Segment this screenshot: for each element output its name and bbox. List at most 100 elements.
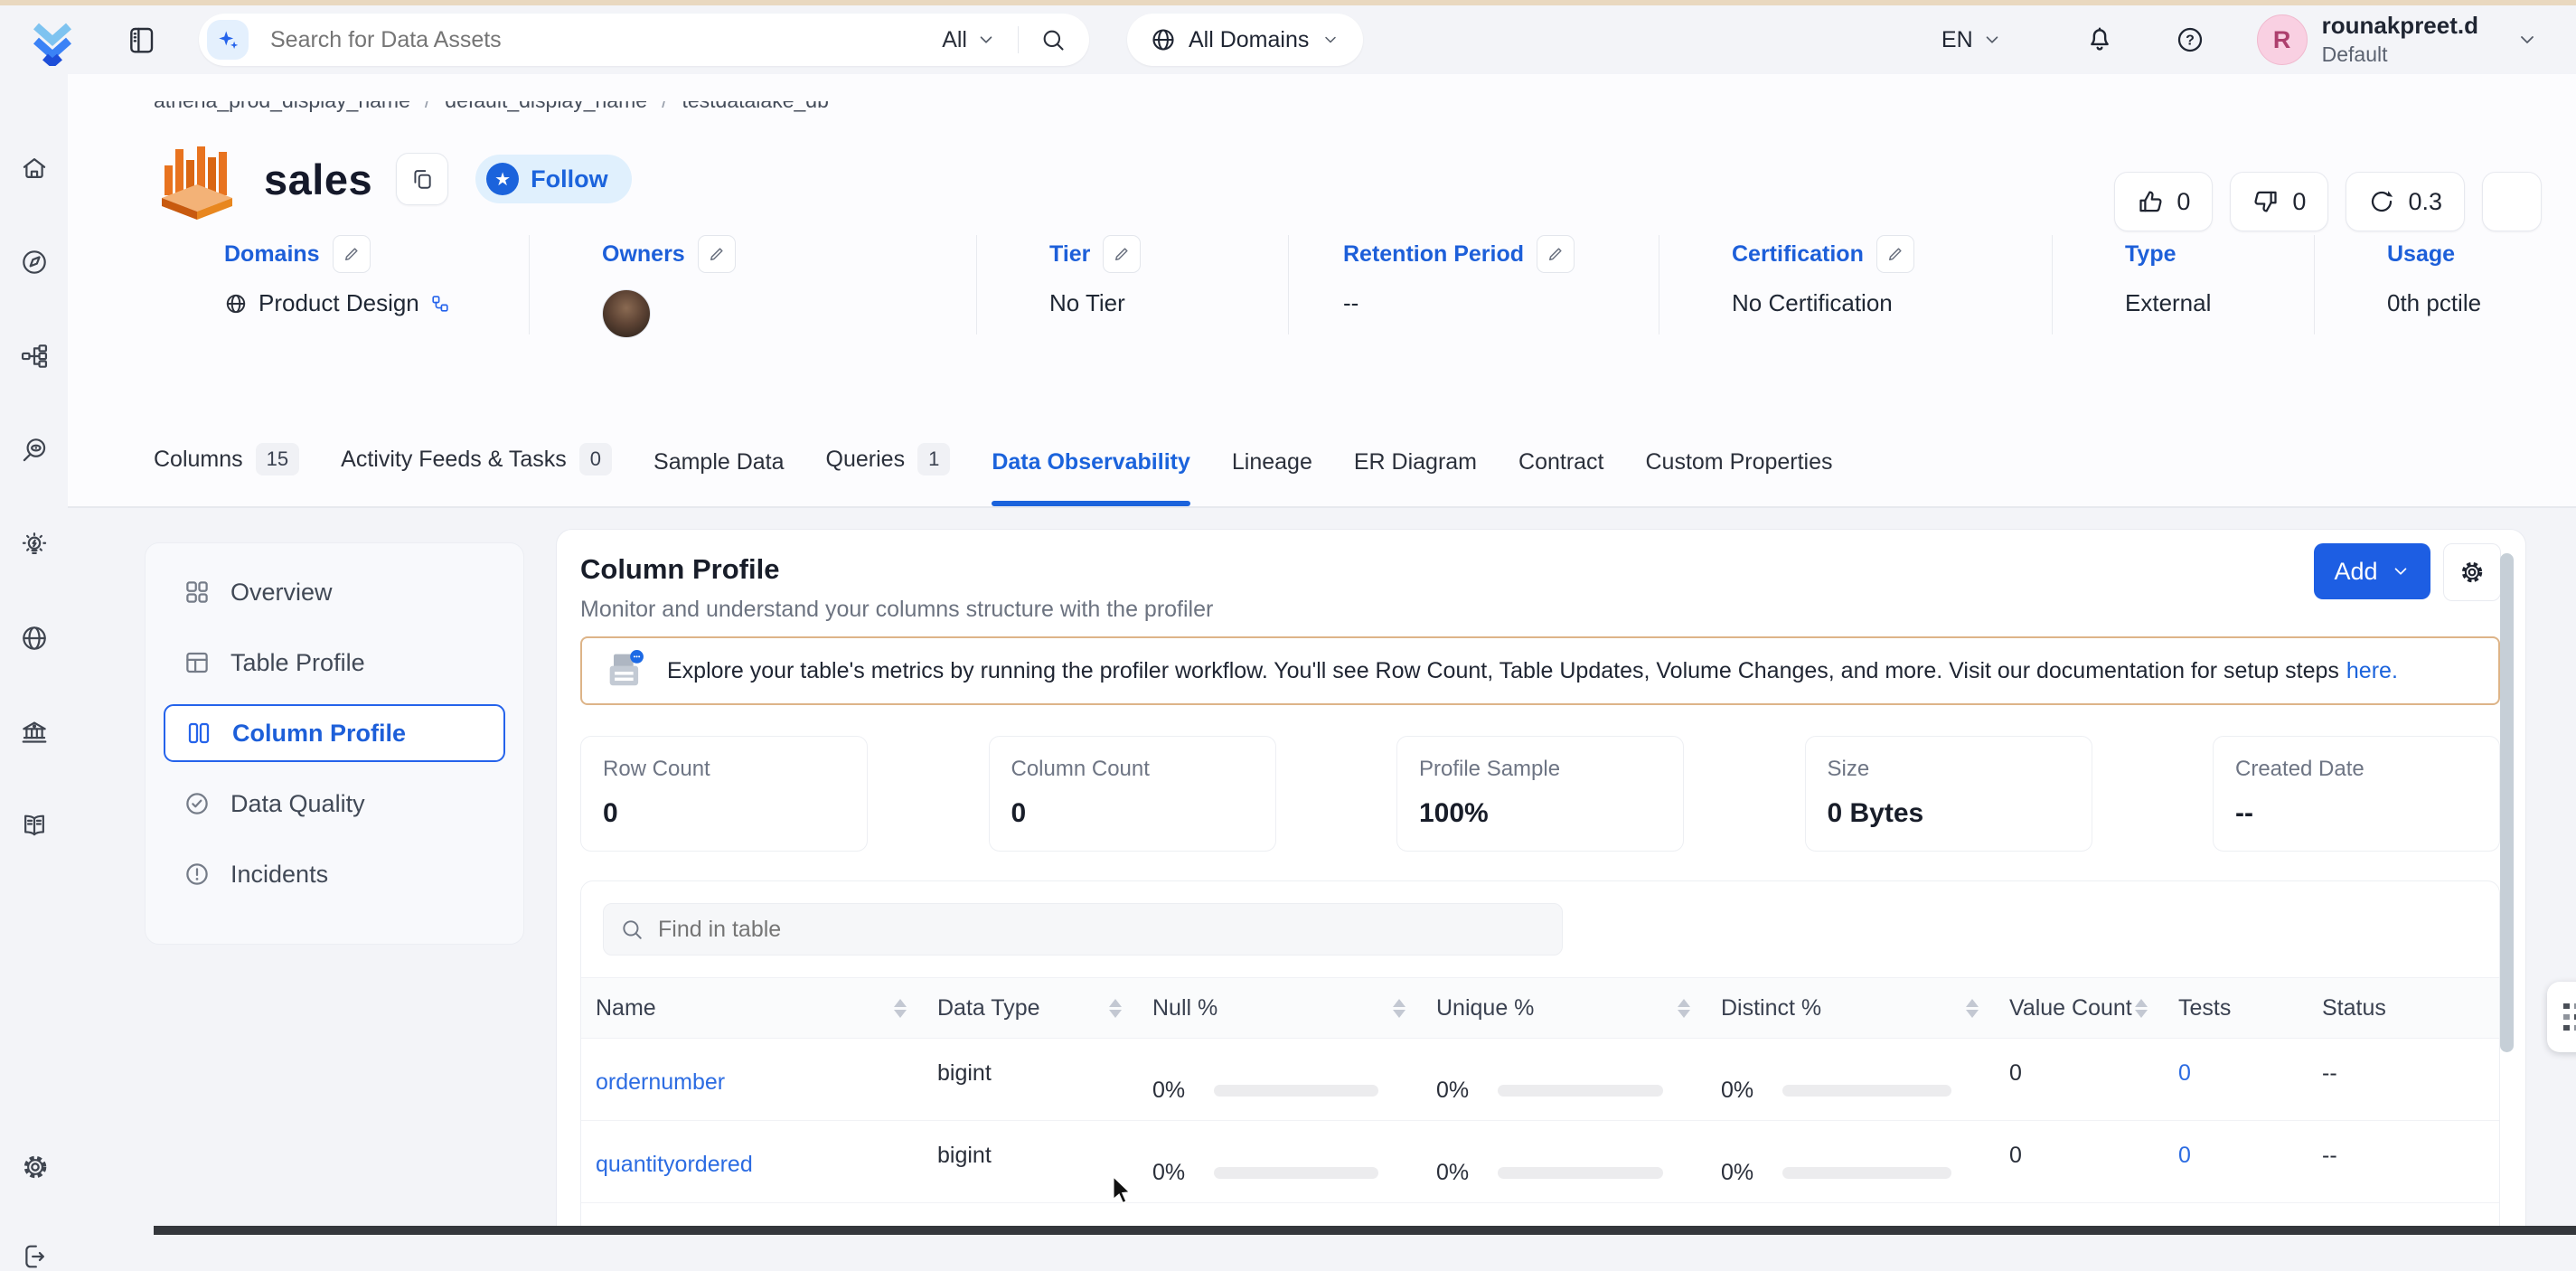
version-button[interactable]: 0.3 [2346,172,2465,231]
chevron-down-icon[interactable] [976,30,996,50]
breadcrumb-item[interactable]: testdatalake_db [682,101,828,113]
column-name-cell[interactable]: quantityordered [581,1121,923,1202]
sort-icon[interactable] [1393,999,1406,1018]
tab-activity-feeds[interactable]: Activity Feeds & Tasks 0 [341,443,612,506]
domains-filter-button[interactable]: All Domains [1127,14,1363,66]
sidebar-item-incidents[interactable]: Incidents [164,845,505,903]
language-selector[interactable]: EN [1941,27,2002,53]
column-header-null[interactable]: Null % [1138,978,1422,1038]
search-icon[interactable] [1040,27,1066,52]
settings-gear-icon[interactable] [20,1152,51,1182]
tab-label: Contract [1518,449,1603,475]
insights-bulb-icon[interactable] [20,530,49,559]
sidebar-item-label: Overview [230,579,333,607]
chevron-down-icon [1982,30,2002,50]
column-name-link[interactable]: ordernumber [596,1069,725,1095]
find-in-table-search[interactable] [603,903,1563,956]
tab-custom-properties[interactable]: Custom Properties [1646,449,1833,506]
column-name-link[interactable]: quantityordered [596,1152,753,1177]
sidebar-item-column-profile[interactable]: Column Profile [164,704,505,762]
meta-retention: Retention Period -- [1288,235,1659,334]
domains-globe-icon[interactable] [20,624,49,653]
profile-stats-row: Row Count 0 Column Count 0 Profile Sampl… [580,736,2500,852]
app-logo[interactable] [25,14,83,66]
sort-icon[interactable] [1109,999,1122,1018]
athena-service-logo [154,136,240,222]
edit-pencil-icon[interactable] [333,235,371,273]
tests-cell[interactable]: 0 [2164,1121,2308,1202]
edit-pencil-icon[interactable] [1103,235,1141,273]
tab-data-observability[interactable]: Data Observability [992,449,1190,506]
search-scope-value[interactable]: All [942,27,967,53]
tests-cell[interactable]: 0 [2164,1039,2308,1120]
sort-icon[interactable] [1966,999,1979,1018]
certification-value: No Certification [1732,289,1893,317]
svg-text:?: ? [2186,33,2195,49]
tab-queries[interactable]: Queries 1 [826,443,951,506]
sort-icon[interactable] [894,999,907,1018]
tab-columns[interactable]: Columns 15 [154,443,299,506]
subdomain-link-icon[interactable] [430,294,450,314]
ai-sparkles-icon[interactable] [207,20,249,60]
more-actions-kebab-button[interactable] [2482,172,2542,231]
help-icon[interactable]: ? [2176,25,2205,54]
domain-value[interactable]: Product Design [259,289,419,317]
find-in-table-input[interactable] [656,916,1546,944]
tab-er-diagram[interactable]: ER Diagram [1354,449,1477,506]
chevron-down-icon[interactable] [2516,29,2538,51]
grid-icon [183,579,211,606]
tab-lineage[interactable]: Lineage [1232,449,1312,506]
stat-card-profile-sample: Profile Sample 100% [1396,736,1684,852]
globe-icon [224,292,248,315]
sidebar-item-overview[interactable]: Overview [164,563,505,621]
governance-bank-icon[interactable] [20,718,49,747]
column-header-name[interactable]: Name [581,978,923,1038]
upvote-button[interactable]: 0 [2114,172,2213,231]
tab-contract[interactable]: Contract [1518,449,1603,506]
edit-pencil-icon[interactable] [1876,235,1914,273]
floating-side-widget[interactable] [2547,982,2576,1052]
add-label: Add [2334,558,2377,586]
sort-icon[interactable] [1678,999,1690,1018]
edit-pencil-icon[interactable] [1537,235,1575,273]
follow-button[interactable]: ★ Follow [475,155,631,203]
copy-name-button[interactable] [396,153,448,205]
column-name-cell[interactable]: ordernumber [581,1039,923,1120]
sidebar-item-data-quality[interactable]: Data Quality [164,775,505,833]
glossary-book-icon[interactable] [20,812,49,841]
tab-sample-data[interactable]: Sample Data [653,449,785,506]
explore-compass-icon[interactable] [20,248,49,277]
owner-avatar[interactable] [602,289,651,338]
column-header-data-type[interactable]: Data Type [923,978,1138,1038]
logout-icon[interactable] [20,1242,49,1271]
column-header-distinct[interactable]: Distinct % [1706,978,1995,1038]
lineage-flow-icon[interactable] [20,342,49,371]
sort-icon[interactable] [2135,999,2148,1018]
unique-percent-cell: 0% [1422,1039,1706,1120]
observability-search-eye-icon[interactable] [20,436,49,465]
scrollbar-thumb[interactable] [2500,553,2514,1052]
sidebar-toggle-icon[interactable] [127,25,155,54]
tab-badge: 15 [256,443,299,475]
column-header-unique[interactable]: Unique % [1422,978,1706,1038]
tab-label: Data Observability [992,449,1190,475]
downvote-button[interactable]: 0 [2230,172,2328,231]
search-input[interactable] [268,26,942,54]
breadcrumb-item[interactable]: athena_prod_display_name [154,101,410,113]
notifications-bell-icon[interactable] [2085,25,2114,54]
banner-docs-link[interactable]: here. [2346,658,2398,683]
meta-label: Type [2125,241,2176,268]
user-block[interactable]: rounakpreet.d Default [2322,13,2478,66]
user-avatar[interactable]: R [2257,14,2308,65]
profiler-settings-button[interactable] [2443,543,2501,601]
profiler-sidebar: Overview Table Profile Column Profile Da… [145,542,524,945]
edit-pencil-icon[interactable] [698,235,736,273]
sidebar-item-table-profile[interactable]: Table Profile [164,634,505,692]
breadcrumb-item[interactable]: default_display_name [445,101,647,113]
global-search-bar[interactable]: All [199,14,1089,66]
column-header-value-count[interactable]: Value Count [1995,978,2164,1038]
home-icon[interactable] [20,154,49,183]
meta-usage: Usage 0th pctile [2314,235,2576,334]
left-nav-rail [0,74,68,1235]
add-button[interactable]: Add [2314,543,2430,599]
